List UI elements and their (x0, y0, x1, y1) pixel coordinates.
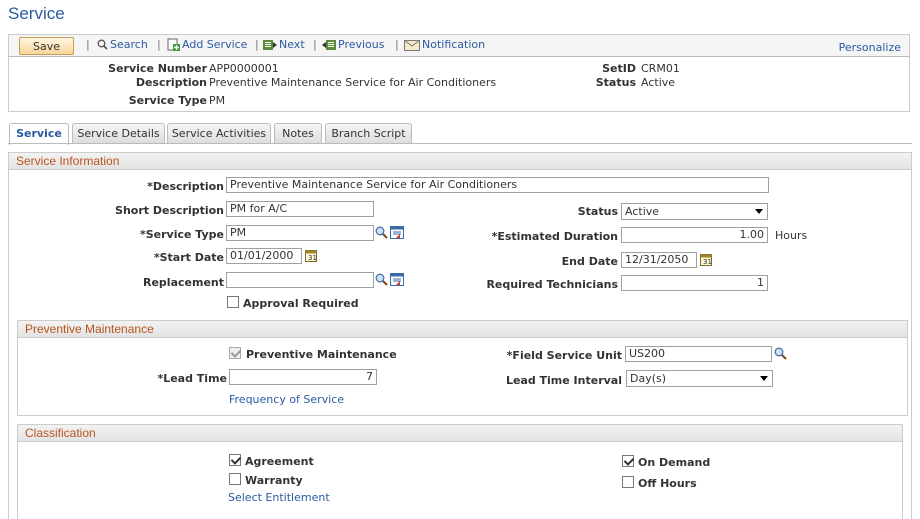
short-description-label: Short Description (115, 204, 224, 217)
calendar-icon[interactable]: 31 (700, 253, 712, 266)
separator: | (313, 38, 317, 51)
approval-required-checkbox[interactable] (227, 296, 239, 308)
tab-divider (8, 143, 912, 144)
description-label: Description (135, 76, 207, 89)
service-type-input[interactable]: PM (226, 225, 374, 241)
separator: | (395, 38, 399, 51)
lead-time-interval-selected: Day(s) (630, 372, 667, 385)
description-input[interactable]: Preventive Maintenance Service for Air C… (226, 177, 769, 193)
service-type-label: Service Type (128, 94, 207, 107)
off-hours-label: Off Hours (638, 477, 697, 490)
status-field-label: Status (577, 205, 618, 218)
frequency-of-service-link[interactable]: Frequency of Service (229, 393, 344, 406)
hours-label: Hours (775, 229, 808, 242)
section-title: Classification (18, 425, 902, 442)
previous-button[interactable]: Previous (322, 38, 385, 51)
service-number-value: APP0000001 (209, 62, 279, 75)
start-date-label: *Start Date (153, 251, 224, 264)
calendar-icon[interactable]: 31 (305, 249, 317, 262)
setid-label: SetID (602, 62, 636, 75)
service-type-field-label: *Service Type (139, 228, 224, 241)
lookup-icon[interactable] (375, 226, 389, 240)
description-value: Preventive Maintenance Service for Air C… (209, 76, 497, 89)
detail-view-icon[interactable] (390, 226, 404, 239)
section-title: Preventive Maintenance (18, 321, 907, 338)
preventive-maintenance-checkbox (229, 347, 241, 359)
tab-service[interactable]: Service (9, 123, 69, 145)
approval-required-label: Approval Required (243, 297, 359, 310)
replacement-input[interactable] (226, 272, 374, 288)
tab-notes[interactable]: Notes (274, 123, 322, 144)
estimated-duration-label: *Estimated Duration (491, 230, 618, 243)
tab-branch-script[interactable]: Branch Script (325, 123, 412, 144)
end-date-label: End Date (561, 255, 618, 268)
end-date-input[interactable]: 12/31/2050 (621, 252, 697, 268)
agreement-checkbox[interactable] (229, 454, 241, 466)
lookup-icon[interactable] (375, 273, 389, 287)
classification-section: Classification (17, 424, 903, 519)
search-label: Search (110, 38, 148, 51)
lead-time-interval-select[interactable]: Day(s) (626, 370, 773, 387)
previous-label: Previous (338, 38, 385, 51)
off-hours-checkbox[interactable] (622, 476, 634, 488)
add-service-label: Add Service (182, 38, 248, 51)
required-technicians-label: Required Technicians (486, 278, 618, 291)
personalize-link[interactable]: Personalize (839, 41, 901, 54)
save-button[interactable]: Save (19, 37, 74, 55)
notification-button[interactable]: Notification (404, 38, 485, 51)
service-type-value: PM (209, 94, 226, 107)
page-title: Service (8, 4, 65, 23)
lead-time-interval-label: Lead Time Interval (505, 374, 622, 387)
next-button[interactable]: Next (263, 38, 305, 51)
required-technicians-input[interactable]: 1 (621, 275, 768, 291)
svg-text:31: 31 (308, 254, 317, 262)
section-title: Service Information (9, 153, 911, 170)
lead-time-input[interactable]: 7 (229, 369, 377, 385)
agreement-label: Agreement (245, 455, 314, 468)
tab-service-activities[interactable]: Service Activities (167, 123, 271, 144)
on-demand-checkbox[interactable] (622, 455, 634, 467)
search-button[interactable]: Search (97, 38, 148, 51)
lead-time-label: *Lead Time (157, 372, 227, 385)
add-service-button[interactable]: Add Service (167, 38, 247, 51)
separator: | (157, 38, 161, 51)
field-service-unit-input[interactable]: US200 (625, 346, 772, 362)
setid-value: CRM01 (641, 62, 680, 75)
lookup-icon[interactable] (774, 347, 788, 361)
description-field-label: *Description (147, 180, 224, 193)
next-icon (263, 39, 277, 50)
detail-view-icon[interactable] (390, 273, 404, 286)
tab-service-details[interactable]: Service Details (72, 123, 165, 144)
chevron-down-icon (760, 376, 768, 381)
status-value: Active (641, 76, 676, 89)
previous-icon (322, 39, 336, 50)
warranty-label: Warranty (245, 474, 303, 487)
replacement-label: Replacement (143, 276, 224, 289)
add-document-icon (167, 38, 180, 51)
next-label: Next (279, 38, 305, 51)
preventive-maintenance-section: Preventive Maintenance (17, 320, 908, 416)
select-entitlement-link[interactable]: Select Entitlement (228, 491, 330, 504)
short-description-input[interactable]: PM for A/C (226, 201, 374, 217)
chevron-down-icon (755, 209, 763, 214)
separator: | (255, 38, 259, 51)
warranty-checkbox[interactable] (229, 473, 241, 485)
status-select[interactable]: Active (621, 203, 768, 220)
notification-icon (404, 39, 420, 51)
on-demand-label: On Demand (638, 456, 711, 469)
notification-label: Notification (422, 38, 486, 51)
service-number-label: Service Number (108, 62, 207, 75)
svg-text:31: 31 (703, 258, 712, 266)
search-icon (97, 39, 108, 50)
toolbar: Save | Search | Add Service | Next | Pre… (8, 34, 910, 56)
start-date-input[interactable]: 01/01/2000 (226, 248, 302, 264)
status-selected: Active (625, 205, 660, 218)
estimated-duration-input[interactable]: 1.00 (621, 227, 768, 243)
separator: | (86, 38, 90, 51)
preventive-maintenance-label: Preventive Maintenance (246, 348, 397, 361)
status-label: Status (595, 76, 636, 89)
field-service-unit-label: *Field Service Unit (506, 349, 622, 362)
